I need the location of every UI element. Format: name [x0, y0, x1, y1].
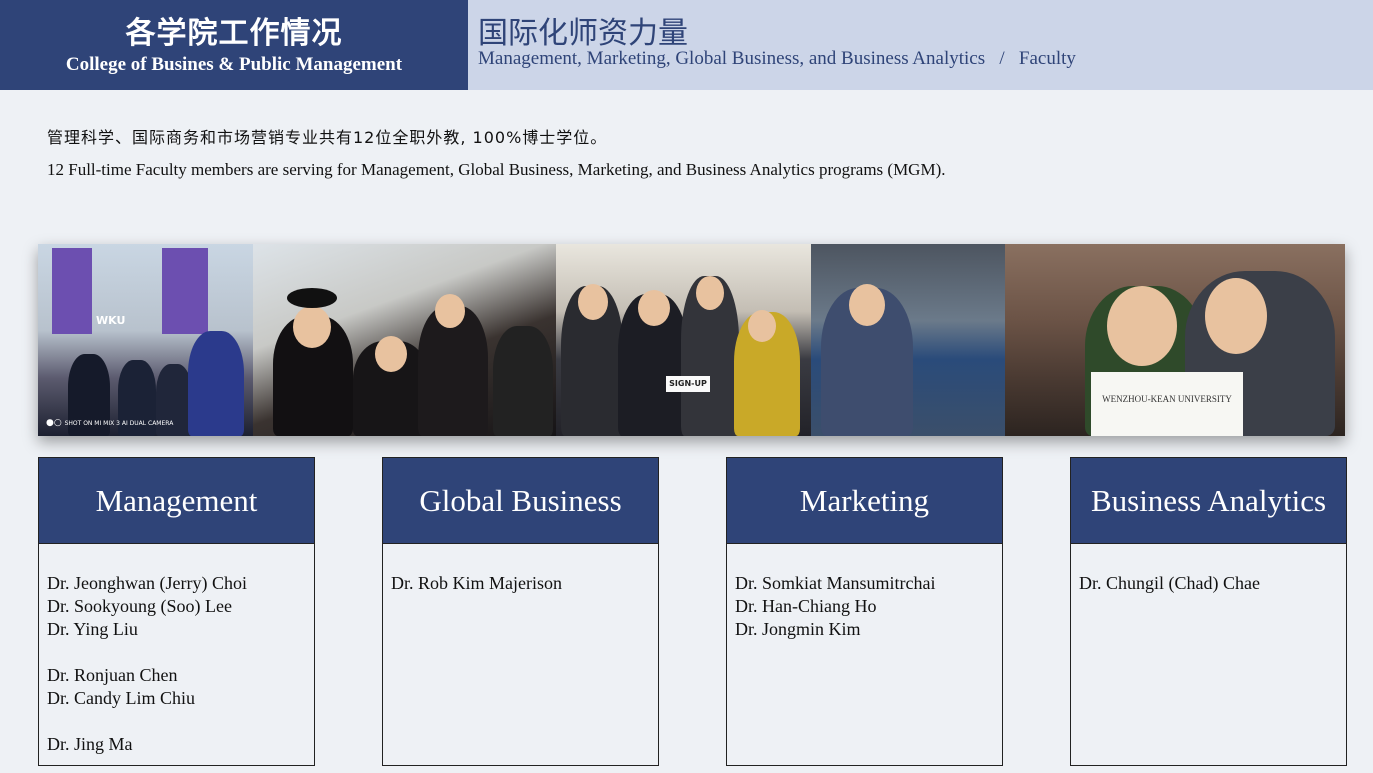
header-left-panel: 各学院工作情况 College of Busines & Public Mana…	[0, 0, 468, 90]
header-subtitle-en: College of Busines & Public Management	[65, 54, 403, 75]
face	[638, 290, 670, 326]
intro-cn: 管理科学、国际商务和市场营销专业共有12位全职外教, 100%博士学位。	[47, 128, 608, 147]
graduation-photo: WKU ●○ SHOT ON MI MIX 3 AI DUAL CAMERA	[38, 244, 253, 436]
card-title: Management	[39, 458, 314, 544]
selfie-photo: WENZHOU-KEAN UNIVERSITY	[1005, 244, 1345, 436]
member-name: Dr. Sookyoung (Soo) Lee	[47, 596, 232, 616]
header-title-cn: 各学院工作情况	[125, 16, 343, 51]
member-name: Dr. Jongmin Kim	[735, 619, 861, 639]
member-list: Dr. Jeonghwan (Jerry) Choi Dr. Sookyoung…	[39, 544, 314, 756]
face	[1205, 278, 1267, 354]
face	[696, 276, 724, 310]
face	[435, 294, 465, 328]
intro-text: 管理科学、国际商务和市场营销专业共有12位全职外教, 100%博士学位。 12 …	[47, 124, 946, 180]
face	[578, 284, 608, 320]
face	[293, 306, 331, 348]
member-name: Dr. Han-Chiang Ho	[735, 596, 877, 616]
wku-label: WKU	[96, 314, 126, 327]
member-name: Dr. Candy Lim Chiu	[47, 688, 195, 708]
sign-up-card: SIGN-UP	[666, 376, 710, 392]
banner-right	[162, 248, 208, 334]
card-global-business: Global Business Dr. Rob Kim Majerison	[382, 457, 659, 766]
person	[493, 326, 553, 436]
card-title: Business Analytics	[1071, 458, 1346, 544]
member-name: Dr. Somkiat Mansumitrchai	[735, 573, 936, 593]
section-breadcrumb: Management, Marketing, Global Business, …	[478, 48, 1076, 69]
header-right-panel: 国际化师资力量 Management, Marketing, Global Bu…	[468, 0, 1373, 90]
photo-strip: WKU ●○ SHOT ON MI MIX 3 AI DUAL CAMERA S…	[38, 244, 1345, 436]
face	[1107, 286, 1177, 366]
group-photo: SIGN-UP	[556, 244, 811, 436]
auditorium-photo	[811, 244, 1005, 436]
intro-en: 12 Full-time Faculty members are serving…	[47, 160, 946, 179]
member-list: Dr. Somkiat Mansumitrchai Dr. Han-Chiang…	[727, 544, 1002, 641]
member-name: Dr. Jing Ma	[47, 734, 133, 754]
card-marketing: Marketing Dr. Somkiat Mansumitrchai Dr. …	[726, 457, 1003, 766]
card-title: Marketing	[727, 458, 1002, 544]
member-name: Dr. Chungil (Chad) Chae	[1079, 573, 1260, 593]
university-document: WENZHOU-KEAN UNIVERSITY	[1091, 372, 1243, 436]
card-management: Management Dr. Jeonghwan (Jerry) Choi Dr…	[38, 457, 315, 766]
banner-left	[52, 248, 92, 334]
member-name: Dr. Rob Kim Majerison	[391, 573, 562, 593]
member-list: Dr. Rob Kim Majerison	[383, 544, 658, 595]
face	[849, 284, 885, 326]
member-name: Dr. Ying Liu	[47, 619, 138, 639]
member-list: Dr. Chungil (Chad) Chae	[1071, 544, 1346, 595]
face	[748, 310, 776, 342]
camera-watermark: ●○ SHOT ON MI MIX 3 AI DUAL CAMERA	[46, 418, 174, 428]
member-name: Dr. Ronjuan Chen	[47, 665, 178, 685]
graduation-photo	[253, 244, 556, 436]
card-business-analytics: Business Analytics Dr. Chungil (Chad) Ch…	[1070, 457, 1347, 766]
card-title: Global Business	[383, 458, 658, 544]
section-title-cn: 国际化师资力量	[478, 16, 688, 51]
face	[375, 336, 407, 372]
member-name: Dr. Jeonghwan (Jerry) Choi	[47, 573, 247, 593]
person	[188, 331, 244, 436]
cap	[287, 288, 337, 308]
